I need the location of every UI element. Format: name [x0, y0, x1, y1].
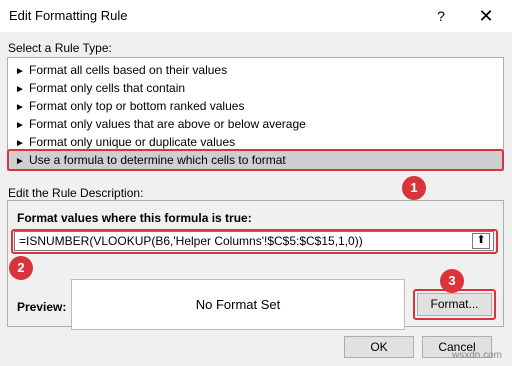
rule-type-label-text: Select a Rule Type:	[8, 41, 112, 55]
rule-item-top-bottom[interactable]: ► Format only top or bottom ranked values	[9, 97, 502, 115]
rule-item-label: Format only cells that contain	[29, 81, 186, 95]
rule-item-above-below-average[interactable]: ► Format only values that are above or be…	[9, 115, 502, 133]
rule-item-label: Format only top or bottom ranked values	[29, 99, 245, 113]
formula-label: Format values where this formula is true…	[17, 211, 252, 225]
help-button[interactable]: ?	[425, 4, 457, 28]
ok-button[interactable]: OK	[344, 336, 414, 358]
formula-input[interactable]: =ISNUMBER(VLOOKUP(B6,'Helper Columns'!$C…	[14, 231, 494, 251]
badge-3: 3	[440, 269, 464, 293]
rule-item-label: Format only values that are above or bel…	[29, 117, 306, 131]
rule-type-label: Select a Rule Type:	[8, 41, 112, 55]
window-title: Edit Formatting Rule	[9, 8, 128, 23]
badge-1: 1	[402, 176, 426, 200]
rule-item-use-formula[interactable]: ► Use a formula to determine which cells …	[9, 151, 502, 169]
rule-item-label: Use a formula to determine which cells t…	[29, 153, 286, 167]
collapse-dialog-icon[interactable]: ⬆	[472, 233, 490, 249]
rule-item-unique-duplicate[interactable]: ► Format only unique or duplicate values	[9, 133, 502, 151]
preview-label: Preview:	[17, 300, 67, 314]
rule-type-list[interactable]: ► Format all cells based on their values …	[7, 57, 504, 171]
rule-item-cells-contain[interactable]: ► Format only cells that contain	[9, 79, 502, 97]
close-button[interactable]: ✕	[468, 4, 504, 28]
format-button[interactable]: Format...	[417, 293, 492, 316]
rule-item-label: Format all cells based on their values	[29, 63, 228, 77]
arrow-icon: ►	[15, 156, 25, 167]
preview-box: No Format Set	[71, 279, 405, 330]
badge-2: 2	[9, 256, 33, 280]
description-label: Edit the Rule Description:	[8, 186, 144, 200]
watermark: wsxdn.com	[452, 350, 503, 361]
rule-item-label: Format only unique or duplicate values	[29, 135, 236, 149]
title-bar: Edit Formatting Rule ? ✕	[0, 0, 512, 32]
rule-item-all-cells[interactable]: ► Format all cells based on their values	[9, 61, 502, 79]
